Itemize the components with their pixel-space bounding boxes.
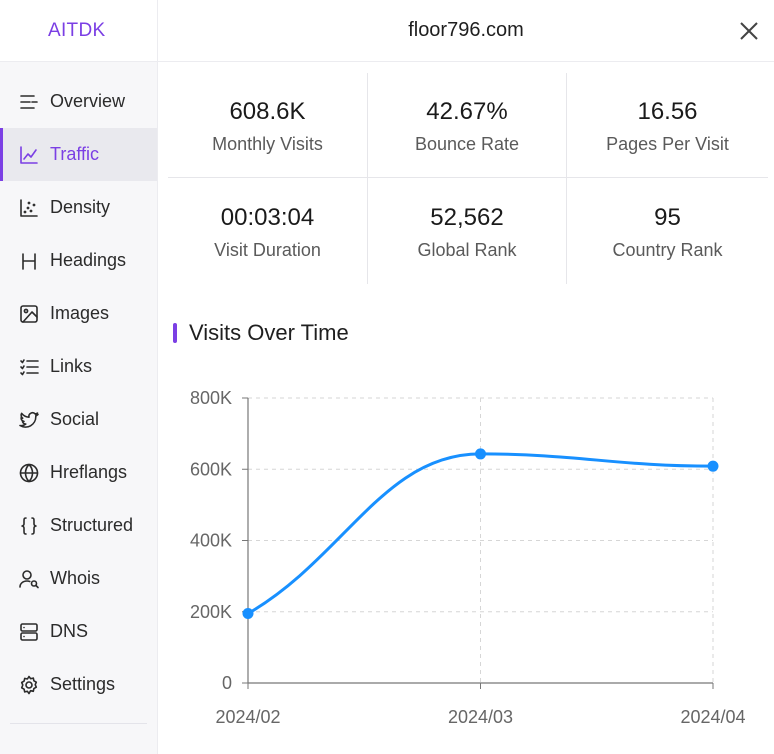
braces-icon (18, 515, 40, 537)
stat-value: 608.6K (229, 97, 306, 125)
sidebar-item-dns[interactable]: DNS (0, 605, 157, 658)
globe-icon (18, 462, 40, 484)
stat-label: Monthly Visits (212, 133, 323, 154)
sidebar-item-label: Social (50, 409, 100, 429)
x-tick-label: 2024/03 (448, 707, 513, 727)
stat-bounce-rate: 42.67% Bounce Rate (368, 73, 567, 178)
stat-value: 95 (654, 203, 681, 231)
sidebar-item-headings[interactable]: Headings (0, 234, 157, 287)
server-icon (18, 621, 40, 643)
section-accent-bar (173, 323, 177, 343)
sidebar-item-label: Settings (50, 674, 116, 694)
traffic-chart-icon (18, 144, 40, 166)
sidebar-item-hreflangs[interactable]: Hreflangs (0, 446, 157, 499)
data-point (707, 460, 719, 472)
y-tick-label: 600K (190, 459, 232, 479)
y-tick-label: 0 (222, 673, 232, 693)
section-title: Visits Over Time (173, 320, 349, 346)
stat-label: Pages Per Visit (606, 133, 729, 154)
sidebar-item-label: Images (50, 303, 110, 323)
overview-icon (18, 91, 40, 113)
y-tick-label: 400K (190, 531, 232, 551)
stat-label: Bounce Rate (414, 133, 520, 154)
x-tick-label: 2024/02 (215, 707, 280, 727)
data-point (242, 608, 254, 620)
x-tick-label: 2024/04 (680, 707, 745, 727)
y-tick-label: 200K (190, 602, 232, 622)
sidebar-item-density[interactable]: Density (0, 181, 157, 234)
sidebar-item-label: Overview (50, 91, 126, 111)
sidebar-item-label: Headings (50, 250, 127, 270)
sidebar-item-images[interactable]: Images (0, 287, 157, 340)
sidebar-item-overview[interactable]: Overview (0, 75, 157, 128)
y-tick-label: 800K (190, 388, 232, 408)
sidebar-item-structured[interactable]: Structured (0, 499, 157, 552)
sidebar-item-label: Structured (50, 515, 134, 535)
section-title-text: Visits Over Time (189, 320, 349, 345)
stat-pages-per-visit: 16.56 Pages Per Visit (567, 73, 768, 178)
close-icon[interactable] (738, 20, 760, 42)
stat-label: Global Rank (417, 239, 517, 260)
sidebar-item-links[interactable]: Links (0, 340, 157, 393)
stat-label: Visit Duration (214, 239, 321, 260)
sidebar-item-label: Traffic (50, 144, 100, 164)
domain-title: floor796.com (408, 19, 524, 41)
stat-value: 16.56 (637, 97, 698, 125)
visits-chart: 0 200K 400K 600K 800K 2024/02 2024/03 2024/04 (190, 388, 746, 727)
sidebar-item-label: DNS (50, 621, 89, 641)
stat-monthly-visits: 608.6K Monthly Visits (168, 73, 368, 178)
sidebar-item-label: Density (50, 197, 111, 217)
sidebar: AITDK Overview Traffic Density Headings Imag… (0, 0, 158, 754)
heading-icon (18, 250, 40, 272)
brand-logo[interactable]: AITDK (0, 0, 157, 62)
sidebar-nav: Overview Traffic Density Headings Images Link… (0, 75, 157, 711)
sidebar-item-whois[interactable]: Whois (0, 552, 157, 605)
series-line (247, 452, 714, 615)
sidebar-item-social[interactable]: Social (0, 393, 157, 446)
twitter-icon (18, 409, 40, 431)
sidebar-item-label: Whois (50, 568, 101, 588)
stat-value: 52,562 (430, 203, 504, 231)
stat-global-rank: 52,562 Global Rank (368, 178, 567, 284)
stat-country-rank: 95 Country Rank (567, 178, 768, 284)
sidebar-item-settings[interactable]: Settings (0, 658, 157, 711)
stat-value: 42.67% (426, 97, 508, 125)
density-icon (18, 197, 40, 219)
sidebar-item-label: Links (50, 356, 93, 376)
gear-icon (18, 674, 40, 696)
stat-label: Country Rank (612, 239, 723, 260)
user-search-icon (18, 568, 40, 590)
header: floor796.com (158, 0, 774, 62)
links-icon (18, 356, 40, 378)
stat-visit-duration: 00:03:04 Visit Duration (168, 178, 368, 284)
sidebar-item-traffic[interactable]: Traffic (0, 128, 157, 181)
sidebar-divider (10, 723, 147, 724)
data-point (475, 448, 486, 460)
sidebar-item-label: Hreflangs (50, 462, 128, 482)
stat-value: 00:03:04 (220, 203, 315, 231)
image-icon (18, 303, 40, 325)
stats-grid: 608.6K Monthly Visits 42.67% Bounce Rate… (168, 73, 768, 284)
